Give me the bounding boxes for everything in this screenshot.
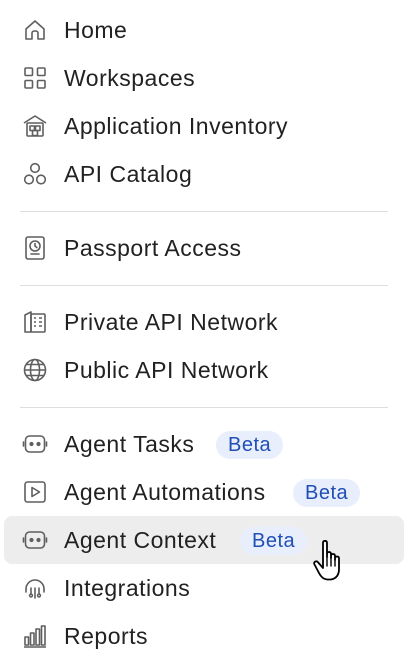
- private-network-icon: [21, 310, 49, 334]
- menu-item-label: Home: [64, 17, 128, 43]
- menu-item-label: Agent Automations: [64, 479, 266, 505]
- home-icon: [21, 18, 49, 42]
- robot-icon: [21, 432, 49, 456]
- menu-item-passport-access[interactable]: Passport Access: [4, 224, 404, 272]
- catalog-icon: [21, 162, 49, 186]
- menu-item-label: Application Inventory: [64, 113, 289, 139]
- menu-item-label: Private API Network: [64, 309, 279, 335]
- menu-item-reports[interactable]: Reports: [4, 612, 404, 660]
- menu-item-api-catalog[interactable]: API Catalog: [4, 150, 404, 198]
- menu-item-label: API Catalog: [64, 161, 193, 187]
- menu-item-agent-automations[interactable]: Agent Automations Beta: [4, 468, 404, 516]
- inventory-icon: [21, 114, 49, 138]
- menu-item-label: Public API Network: [64, 357, 269, 383]
- menu-item-label: Workspaces: [64, 65, 196, 91]
- passport-icon: [21, 236, 49, 260]
- menu-item-label: Passport Access: [64, 235, 242, 261]
- menu-item-workspaces[interactable]: Workspaces: [4, 54, 404, 102]
- menu-item-label: Integrations: [64, 575, 191, 601]
- beta-badge: Beta: [293, 479, 361, 507]
- play-icon: [21, 480, 49, 504]
- bar-chart-icon: [21, 624, 49, 648]
- menu-item-integrations[interactable]: Integrations: [4, 564, 404, 612]
- globe-icon: [21, 358, 49, 382]
- grid-icon: [21, 66, 49, 90]
- integrations-icon: [21, 576, 49, 600]
- navigation-menu: Home Workspaces Application Inventory AP…: [0, 0, 412, 664]
- divider: [20, 285, 388, 286]
- menu-item-agent-context[interactable]: Agent Context Beta: [4, 516, 404, 564]
- menu-item-label: Agent Tasks: [64, 431, 195, 457]
- divider: [20, 211, 388, 212]
- divider: [20, 407, 388, 408]
- menu-item-private-api-network[interactable]: Private API Network: [4, 298, 404, 346]
- menu-item-application-inventory[interactable]: Application Inventory: [4, 102, 404, 150]
- beta-badge: Beta: [216, 431, 284, 459]
- robot-icon: [21, 528, 49, 552]
- menu-item-label: Reports: [64, 623, 149, 649]
- menu-item-label: Agent Context: [64, 527, 217, 553]
- menu-item-agent-tasks[interactable]: Agent Tasks Beta: [4, 420, 404, 468]
- menu-item-home[interactable]: Home: [4, 6, 404, 54]
- menu-item-public-api-network[interactable]: Public API Network: [4, 346, 404, 394]
- beta-badge: Beta: [240, 527, 308, 555]
